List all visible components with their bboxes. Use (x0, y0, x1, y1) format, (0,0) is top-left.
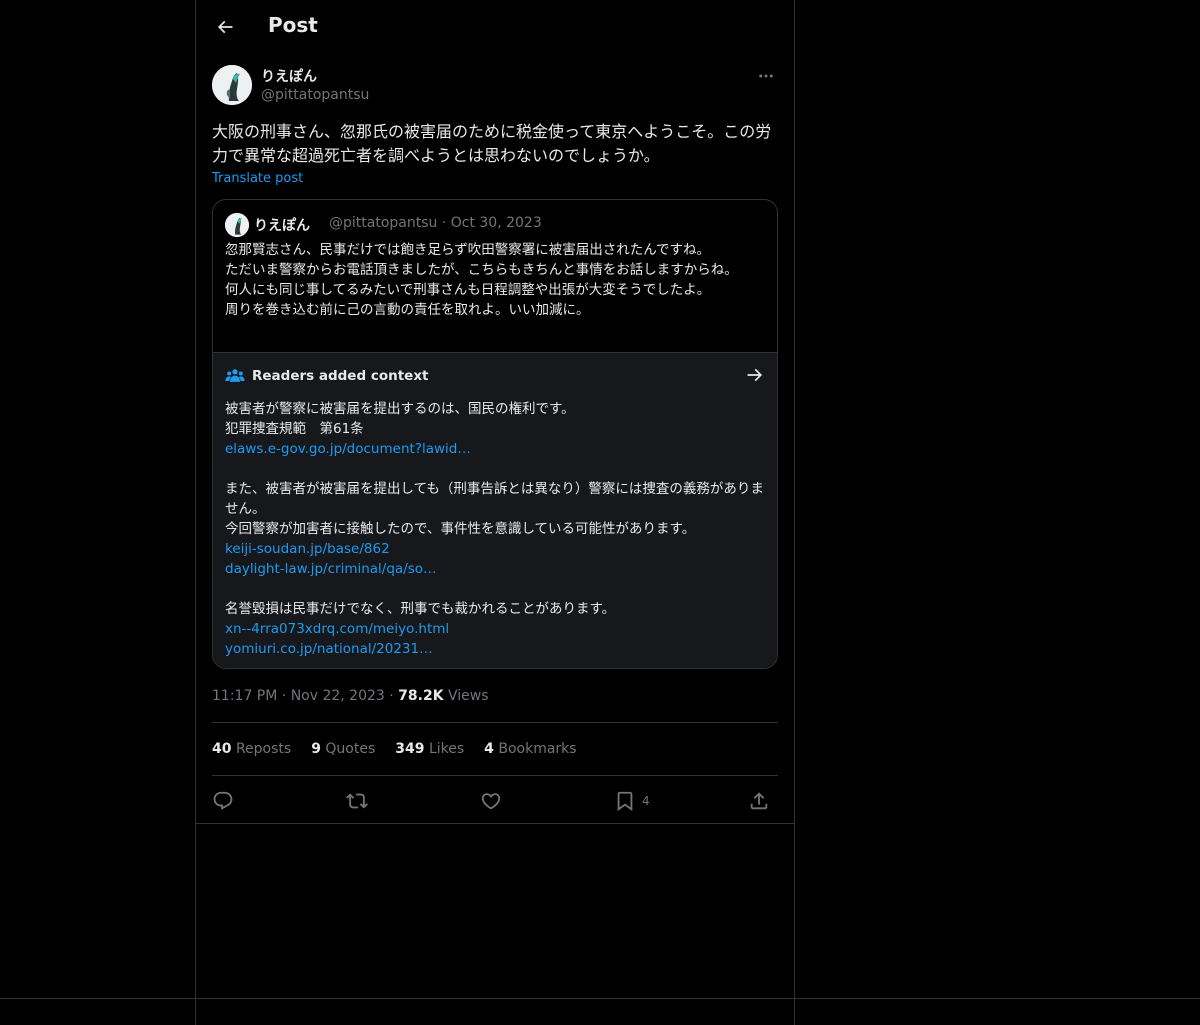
divider (212, 775, 778, 776)
readers-context-body: 被害者が警察に被害届を提出するのは、国民の権利です。 犯罪捜査規範 第61条 e… (225, 399, 767, 659)
quote-avatar (225, 213, 249, 237)
stat-label: Reposts (235, 741, 292, 757)
separator-dot: · (389, 688, 399, 704)
context-link[interactable]: daylight-law.jp/criminal/qa/so… (225, 559, 767, 579)
reposts-stat[interactable]: 40 Reposts (212, 741, 291, 757)
avatar-image (212, 65, 252, 105)
readers-context-title: Readers added context (252, 368, 429, 384)
repost-icon (346, 793, 368, 809)
action-bar: 4 (212, 786, 778, 816)
stat-label: Quotes (325, 741, 376, 757)
arrow-right-icon (747, 368, 763, 382)
back-button[interactable] (208, 10, 242, 44)
context-link[interactable]: yomiuri.co.jp/national/20231… (225, 639, 767, 659)
context-line: 被害者が警察に被害届を提出するのは、国民の権利です。 (225, 401, 575, 417)
quote-author-name: りえぽん (254, 218, 310, 234)
context-link[interactable]: xn--4rra073xdrq.com/meiyo.html (225, 619, 767, 639)
readers-icon (225, 369, 245, 382)
stat-count: 40 (212, 741, 232, 757)
page-title: Post (268, 13, 318, 37)
stat-label: Bookmarks (498, 741, 577, 757)
author-handle[interactable]: @pittatopantsu (261, 87, 369, 103)
repost-button[interactable] (346, 786, 368, 816)
like-button[interactable] (480, 786, 502, 816)
more-icon (759, 74, 773, 78)
bookmark-icon (617, 791, 633, 812)
post-end-divider (196, 823, 794, 824)
readers-context-header[interactable]: Readers added context (225, 365, 765, 387)
reply-button[interactable] (212, 786, 234, 816)
author-name[interactable]: りえぽん (261, 66, 317, 86)
engagement-stats: 40 Reposts 9 Quotes 349 Likes 4 Bookmark… (212, 741, 778, 757)
bookmark-button[interactable]: 4 (614, 786, 650, 816)
header: Post (196, 0, 794, 53)
stat-count: 349 (395, 741, 425, 757)
post-time[interactable]: 11:17 PM (212, 688, 277, 704)
readers-context: Readers added context 被害者が警察に被害届を提出するのは、… (213, 352, 777, 668)
context-link[interactable]: keiji-soudan.jp/base/862 (225, 539, 767, 559)
quote-header: りえぽん @pittatopantsu · Oct 30, 2023 (225, 212, 765, 238)
context-line: 今回警察が加害者に接触したので、事件性を意識している可能性があります。 (225, 521, 696, 537)
context-line (225, 579, 767, 599)
bookmarks-stat[interactable]: 4 Bookmarks (484, 741, 576, 757)
quote-text: 忽那賢志さん、民事だけでは飽き足らず吹田警察署に被害届出されたんですね。 ただい… (225, 242, 738, 318)
share-icon (750, 792, 768, 810)
bookmark-count: 4 (642, 794, 650, 808)
context-link[interactable]: elaws.e-gov.go.jp/document?lawid… (225, 439, 767, 459)
views-label: Views (448, 688, 489, 704)
share-button[interactable] (748, 786, 770, 816)
stat-label: Likes (428, 741, 465, 757)
views-count: 78.2K (398, 688, 444, 704)
context-line: 名誉毀損は民事だけでなく、刑事でも裁かれることがあります。 (225, 601, 616, 617)
stat-count: 4 (484, 741, 494, 757)
post-text: 大阪の刑事さん、忽那氏の被害届のために税金使って東京へようこそ。この労力で異常な… (212, 122, 772, 165)
reply-icon (213, 791, 233, 810)
post-author: りえぽん @pittatopantsu (212, 64, 778, 108)
quoted-post[interactable]: りえぽん @pittatopantsu · Oct 30, 2023 忽那賢志さ… (212, 199, 778, 669)
more-button[interactable] (754, 64, 778, 88)
main-column: Post りえぽん @pittatopantsu 大阪の刑事さん、忽那氏の被害届… (195, 0, 795, 1025)
likes-stat[interactable]: 349 Likes (395, 741, 464, 757)
post-meta: 11:17 PM · Nov 22, 2023 · 78.2K Views (212, 688, 778, 704)
like-icon (481, 793, 501, 810)
divider (212, 722, 778, 723)
quote-avatar-image (225, 213, 249, 237)
post-date[interactable]: Nov 22, 2023 (291, 688, 385, 704)
bottom-divider (0, 998, 1200, 999)
quote-meta: @pittatopantsu · Oct 30, 2023 (329, 215, 542, 231)
context-line (225, 459, 767, 479)
stat-count: 9 (311, 741, 321, 757)
separator-dot: · (281, 688, 291, 704)
context-line: また、被害者が被害届を提出しても（刑事告訴とは異なり）警察には捜査の義務がありま… (225, 481, 764, 517)
back-arrow-icon (217, 20, 233, 34)
context-line: 犯罪捜査規範 第61条 (225, 421, 364, 437)
translate-post-link[interactable]: Translate post (212, 171, 303, 186)
quotes-stat[interactable]: 9 Quotes (311, 741, 375, 757)
avatar[interactable] (212, 65, 252, 105)
